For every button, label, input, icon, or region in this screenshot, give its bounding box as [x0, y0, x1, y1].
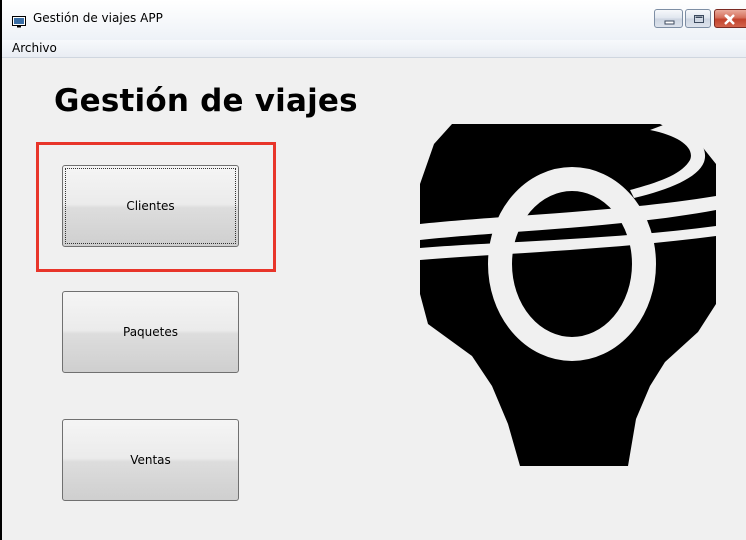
travel-logo-icon — [420, 124, 716, 466]
minimize-button[interactable] — [654, 9, 683, 28]
app-window: Gestión de viajes APP Archivo Gestión de… — [0, 0, 746, 540]
ventas-button[interactable]: Ventas — [62, 419, 239, 501]
menu-bar: Archivo — [2, 40, 746, 58]
window-title: Gestión de viajes APP — [33, 11, 163, 25]
clientes-button[interactable]: Clientes — [62, 165, 239, 247]
close-icon — [724, 14, 735, 25]
app-icon — [12, 13, 26, 28]
minimize-icon — [664, 20, 675, 25]
maximize-icon — [694, 15, 704, 23]
page-title: Gestión de viajes — [54, 83, 358, 119]
close-button[interactable] — [714, 9, 746, 28]
menu-archivo[interactable]: Archivo — [10, 41, 59, 55]
title-bar[interactable]: Gestión de viajes APP — [2, 0, 746, 41]
paquetes-button[interactable]: Paquetes — [62, 291, 239, 373]
maximize-button[interactable] — [685, 9, 711, 28]
